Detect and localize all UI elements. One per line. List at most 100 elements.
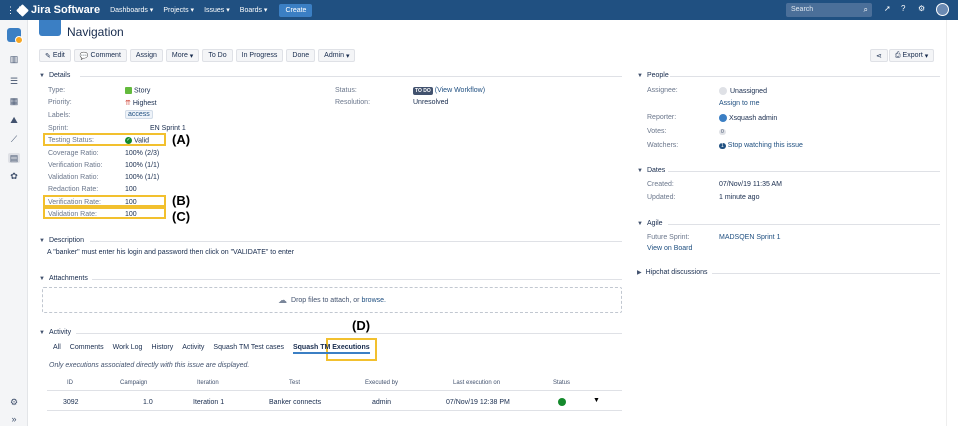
resolution-label: Resolution: (335, 99, 371, 106)
execution-executed-by: admin (372, 399, 392, 406)
assign-button[interactable]: Assign (129, 49, 163, 62)
divider (90, 241, 622, 242)
executions-note: Only executions associated directly with… (49, 362, 250, 369)
dates-heading[interactable]: ▼ Dates (637, 167, 665, 174)
view-workflow-link[interactable]: (View Workflow) (435, 87, 485, 94)
nav-issues[interactable]: Issues ▾ (204, 6, 230, 14)
execution-test-link[interactable]: Banker connects (269, 399, 321, 406)
more-button[interactable]: More ▾ (165, 49, 200, 62)
issue-project-avatar (39, 20, 61, 36)
project-settings-icon[interactable]: ⚙ (8, 397, 20, 407)
hipchat-heading[interactable]: ▶ Hipchat discussions (637, 269, 708, 276)
nav-projects[interactable]: Projects ▾ (163, 6, 194, 14)
in-progress-button[interactable]: In Progress (235, 49, 284, 62)
highlight-box-a (43, 133, 166, 146)
jira-mark-icon (16, 3, 29, 17)
share-button[interactable]: ⋖ (870, 49, 888, 62)
resolution-value: Unresolved (413, 99, 449, 106)
description-text[interactable]: A "banker" must enter his login and pass… (47, 249, 294, 256)
share-icon: ⋖ (876, 52, 882, 60)
table-row-divider (47, 410, 622, 411)
export-button[interactable]: ⎙ Export ▾ (889, 49, 935, 62)
view-on-board-link[interactable]: View on Board (647, 245, 692, 252)
reports-icon[interactable]: ⟋ (8, 134, 20, 144)
help-icon[interactable]: ? (901, 4, 905, 13)
nav-dashboards[interactable]: Dashboards ▾ (110, 6, 153, 14)
search-input[interactable]: Search ⌕ (786, 3, 872, 17)
feedback-icon[interactable]: ➚ (884, 4, 891, 13)
admin-button[interactable]: Admin ▾ (318, 49, 356, 62)
sprint-label: Sprint: (48, 125, 69, 132)
column-header-campaign: Campaign (120, 380, 148, 386)
expand-sidebar-icon[interactable]: » (8, 414, 20, 424)
comment-button[interactable]: 💬 Comment (73, 49, 127, 62)
column-header-executed-by: Executed by (365, 380, 399, 386)
validation-ratio-label: Validation Ratio: (48, 174, 99, 181)
divider (668, 224, 940, 225)
to-do-button[interactable]: To Do (202, 49, 233, 62)
jira-logo[interactable]: Jira Software (16, 3, 100, 17)
redaction-rate-label: Redaction Rate: (48, 186, 99, 193)
page-scrollbar[interactable] (946, 20, 958, 426)
tab-history[interactable]: History (151, 344, 173, 354)
issues-icon[interactable]: ▤ (8, 153, 20, 163)
divider (76, 333, 622, 334)
column-header-last-execution: Last execution on (453, 380, 501, 386)
table-header-divider (47, 390, 622, 391)
priority-label: Priority: (48, 99, 72, 106)
tab-activity[interactable]: Activity (182, 344, 204, 354)
edit-button[interactable]: ✎ Edit (39, 49, 71, 62)
future-sprint-link[interactable]: MADSQEN Sprint 1 (719, 234, 780, 241)
assignee-value: Unassigned (719, 87, 767, 95)
execution-iteration-link[interactable]: Iteration 1 (193, 399, 224, 406)
tab-all[interactable]: All (53, 344, 61, 354)
annotation-b: (B) (172, 193, 191, 208)
labels-value[interactable]: access (125, 110, 153, 119)
divider (80, 76, 622, 77)
execution-status-success-icon (558, 398, 566, 406)
nav-boards[interactable]: Boards ▾ (240, 6, 268, 14)
agile-heading[interactable]: ▼ Agile (637, 220, 663, 227)
assign-to-me-link[interactable]: Assign to me (719, 100, 759, 107)
app-switcher-icon[interactable]: ⋮⋮ (6, 6, 24, 15)
execution-last-date-link[interactable]: 07/Nov/19 12:38 PM (446, 399, 510, 406)
active-sprint-icon[interactable]: ▦ (8, 96, 20, 106)
project-avatar-icon[interactable] (7, 28, 23, 44)
browse-link[interactable]: browse. (361, 297, 386, 304)
details-heading[interactable]: ▼ Details (39, 72, 70, 79)
sprint-value[interactable]: EN Sprint 1 (150, 125, 186, 132)
tab-squash-tm-executions[interactable]: Squash TM Executions (292, 344, 370, 354)
activity-tabs: All Comments Work Log History Activity S… (53, 344, 379, 354)
tab-comments[interactable]: Comments (70, 344, 104, 354)
attachment-dropzone[interactable]: ☁ Drop files to attach, or browse. (42, 287, 622, 313)
components-icon[interactable]: ✿ (8, 171, 20, 181)
column-header-id: ID (67, 380, 73, 386)
description-heading[interactable]: ▼ Description (39, 237, 84, 244)
unassigned-avatar-icon (719, 87, 727, 95)
people-heading[interactable]: ▼ People (637, 72, 669, 79)
activity-heading[interactable]: ▼ Activity (39, 329, 71, 336)
issue-toolbar: ✎ Edit 💬 Comment Assign More ▾ To Do In … (39, 49, 358, 62)
top-navigation-bar: ⋮⋮ Jira Software Dashboards ▾ Projects ▾… (0, 0, 958, 20)
updated-label: Updated: (647, 194, 676, 201)
status-value: TO DO (View Workflow) (413, 87, 486, 95)
attachments-heading[interactable]: ▼ Attachments (39, 275, 88, 282)
settings-gear-icon[interactable]: ⚙ (918, 4, 925, 13)
create-button[interactable]: Create (279, 3, 313, 17)
watchers-value: 1 Stop watching this issue (719, 142, 803, 149)
redaction-rate-value: 100 (125, 186, 137, 193)
stop-watching-link[interactable]: Stop watching this issue (728, 142, 803, 149)
releases-icon[interactable]: ⛰ (8, 115, 20, 125)
backlog-icon[interactable]: ☰ (8, 76, 20, 86)
reporter-value[interactable]: Xsquash admin (719, 114, 777, 122)
votes-value[interactable]: 0 (719, 128, 726, 135)
tab-work-log[interactable]: Work Log (113, 344, 143, 354)
done-button[interactable]: Done (286, 49, 316, 62)
user-avatar[interactable] (936, 3, 949, 16)
comment-icon: 💬 (79, 52, 91, 60)
watchers-label: Watchers: (647, 142, 679, 149)
row-actions-caret-icon[interactable]: ▼ (593, 397, 600, 404)
board-icon[interactable]: ▥ (8, 54, 20, 64)
tab-squash-tm-test-cases[interactable]: Squash TM Test cases (213, 344, 284, 354)
votes-label: Votes: (647, 128, 667, 135)
